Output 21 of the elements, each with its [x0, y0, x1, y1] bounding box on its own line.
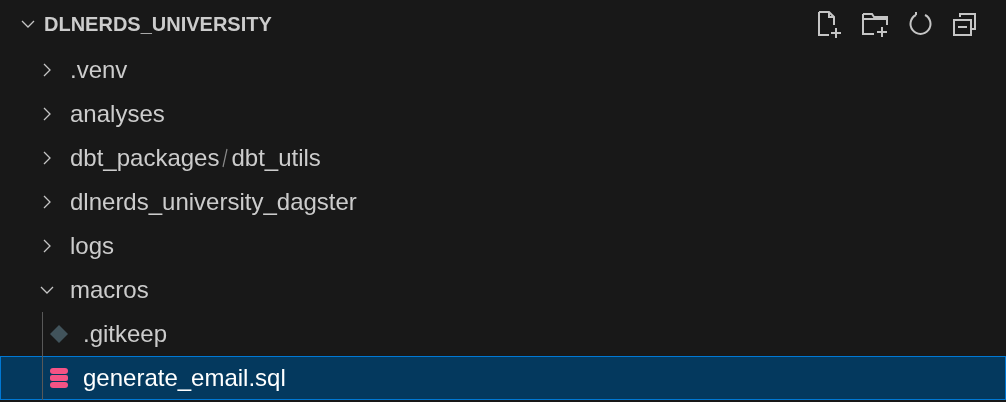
- file-name: .gitkeep: [83, 320, 168, 348]
- folder-row[interactable]: dlnerds_university_dagster: [0, 180, 1006, 224]
- folder-name: dbt_utils: [231, 144, 321, 172]
- folder-row[interactable]: analyses: [0, 92, 1006, 136]
- file-name: generate_email.sql: [83, 364, 286, 392]
- folder-row[interactable]: macros: [0, 268, 1006, 312]
- folder-name: dbt_packages: [70, 144, 220, 172]
- explorer-title[interactable]: DLNERDS_UNIVERSITY: [44, 12, 272, 36]
- file-row[interactable]: generate_email.sql: [0, 356, 1006, 400]
- folder-name: analyses: [70, 100, 165, 128]
- folder-name: dlnerds_university_dagster: [70, 188, 357, 216]
- folder-name: .venv: [70, 56, 128, 84]
- folder-row[interactable]: logs: [0, 224, 1006, 268]
- folder-row[interactable]: dbt_packages dbt_utils: [0, 136, 1006, 180]
- path-separator-icon: [221, 147, 230, 169]
- folder-row[interactable]: .venv: [0, 48, 1006, 92]
- folder-name: logs: [70, 232, 115, 260]
- database-icon: [49, 367, 69, 389]
- diamond-icon: [49, 324, 69, 344]
- folder-name: macros: [70, 276, 149, 304]
- file-row[interactable]: .gitkeep: [0, 312, 1006, 356]
